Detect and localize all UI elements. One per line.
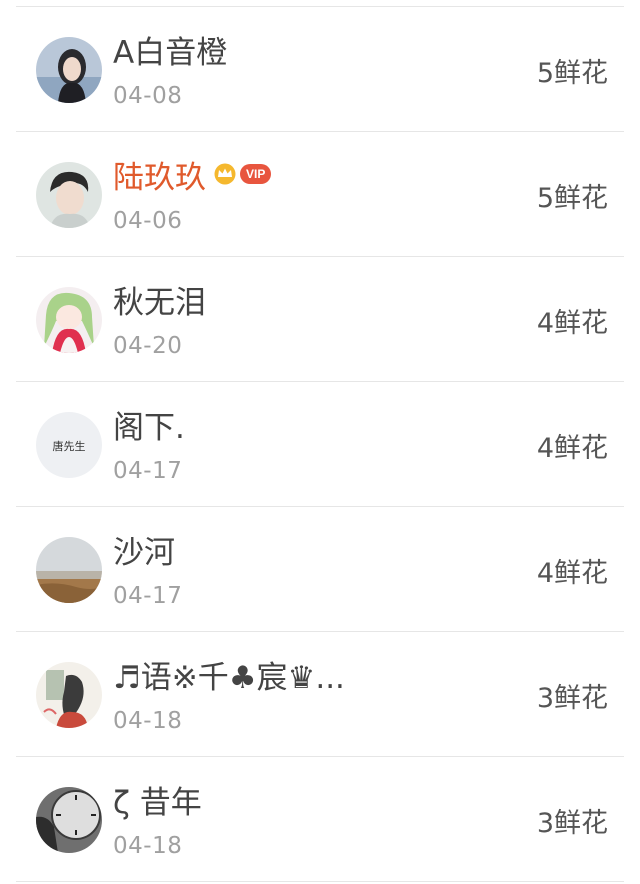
name-line: 陆玖玖 VIP bbox=[113, 153, 272, 196]
avatar[interactable]: 唐先生 bbox=[36, 412, 102, 478]
flower-count: 5鲜花 bbox=[536, 183, 608, 214]
flower-count: 4鲜花 bbox=[536, 433, 608, 464]
date: 04-18 bbox=[113, 708, 183, 734]
user-name: ζ 昔年 bbox=[113, 784, 202, 821]
flower-ranking-list: A白音橙 04-08 5鲜花 陆玖玖 VIP 04-06 5鲜花 秋无泪 04-… bbox=[0, 0, 640, 884]
avatar[interactable] bbox=[36, 287, 102, 353]
flower-count: 5鲜花 bbox=[536, 58, 608, 89]
list-item[interactable]: ζ 昔年 04-18 3鲜花 bbox=[16, 757, 624, 882]
list-item[interactable]: 陆玖玖 VIP 04-06 5鲜花 bbox=[16, 132, 624, 257]
list-item[interactable]: 沙河 04-17 4鲜花 bbox=[16, 507, 624, 632]
name-line: 沙河 bbox=[113, 528, 175, 571]
date: 04-08 bbox=[113, 83, 183, 109]
vip-badge: VIP bbox=[240, 164, 272, 184]
avatar[interactable] bbox=[36, 787, 102, 853]
flower-count: 4鲜花 bbox=[536, 558, 608, 589]
name-line: ♬语※千♣宸♛... bbox=[113, 653, 345, 696]
avatar[interactable] bbox=[36, 662, 102, 728]
date: 04-18 bbox=[113, 833, 183, 859]
user-name: A白音橙 bbox=[113, 34, 228, 71]
name-line: ζ 昔年 bbox=[113, 778, 202, 821]
user-name: 秋无泪 bbox=[113, 284, 206, 321]
flower-count: 3鲜花 bbox=[536, 683, 608, 714]
name-line: A白音橙 bbox=[113, 28, 228, 71]
date: 04-20 bbox=[113, 333, 183, 359]
date: 04-17 bbox=[113, 458, 183, 484]
user-name: 沙河 bbox=[113, 534, 175, 571]
list-item[interactable]: A白音橙 04-08 5鲜花 bbox=[16, 7, 624, 132]
list-item[interactable]: 唐先生 阁下. 04-17 4鲜花 bbox=[16, 382, 624, 507]
user-name: 陆玖玖 bbox=[113, 159, 206, 196]
user-name: ♬语※千♣宸♛... bbox=[113, 659, 345, 696]
avatar[interactable] bbox=[36, 162, 102, 228]
crown-icon bbox=[212, 163, 238, 185]
name-line: 秋无泪 bbox=[113, 278, 206, 321]
flower-count: 4鲜花 bbox=[536, 308, 608, 339]
date: 04-17 bbox=[113, 583, 183, 609]
avatar[interactable] bbox=[36, 37, 102, 103]
user-name: 阁下. bbox=[113, 409, 185, 446]
flower-count: 3鲜花 bbox=[536, 808, 608, 839]
avatar[interactable] bbox=[36, 537, 102, 603]
avatar-text: 唐先生 bbox=[53, 439, 86, 453]
list-item[interactable]: ♬语※千♣宸♛... 04-18 3鲜花 bbox=[16, 632, 624, 757]
date: 04-06 bbox=[113, 208, 183, 234]
name-line: 阁下. bbox=[113, 403, 185, 446]
list-item[interactable]: 秋无泪 04-20 4鲜花 bbox=[16, 257, 624, 382]
